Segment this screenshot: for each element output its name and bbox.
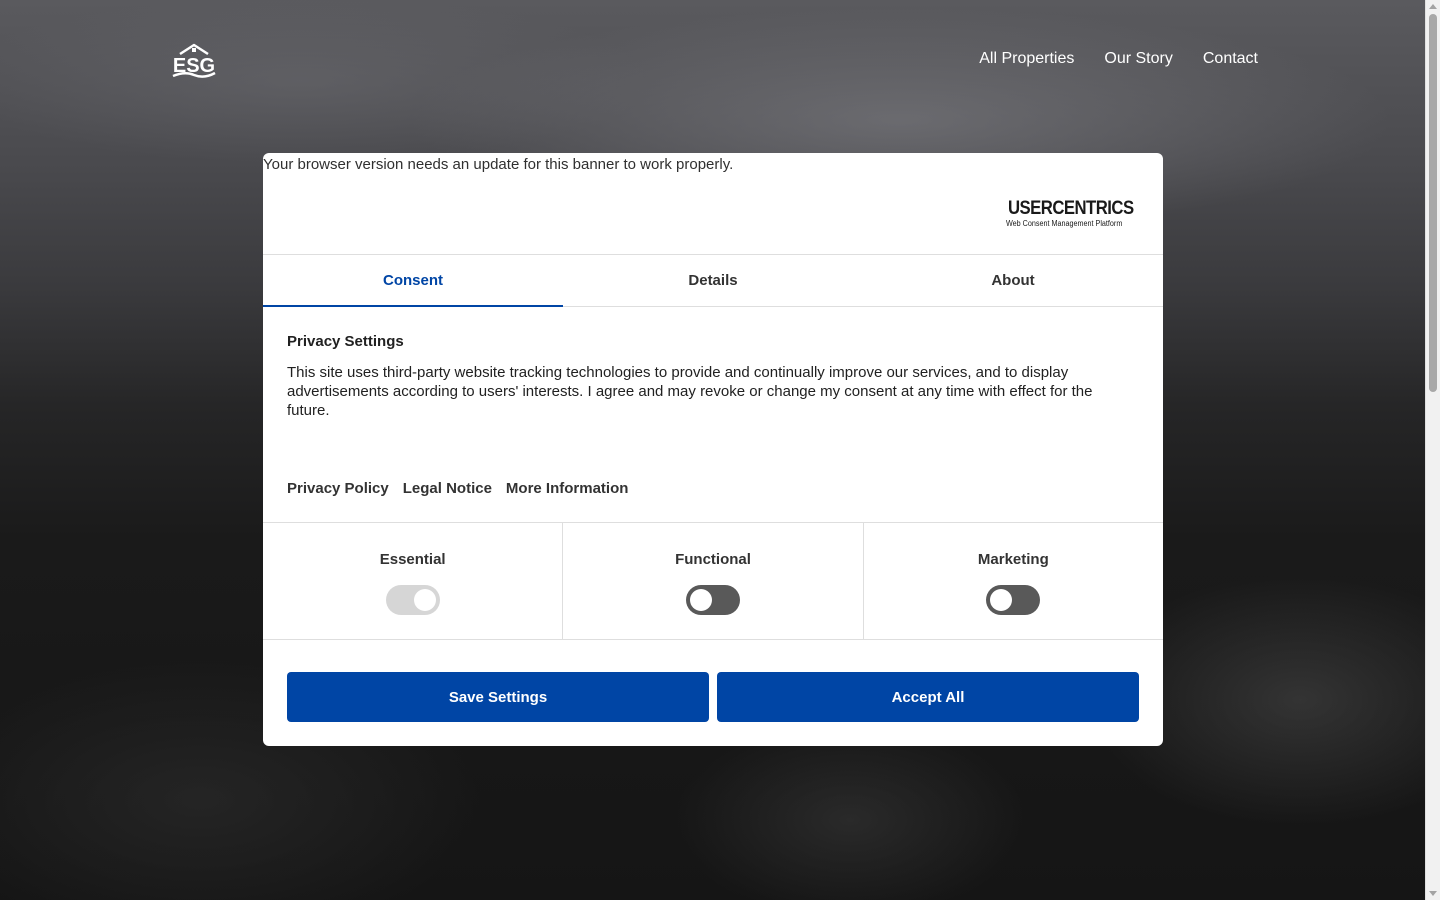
- scrollbar-thumb[interactable]: [1429, 14, 1437, 392]
- privacy-description: This site uses third-party website track…: [287, 364, 1093, 419]
- privacy-title: Privacy Settings: [287, 333, 404, 350]
- consent-tabs: Consent Details About: [263, 254, 1163, 307]
- site-logo[interactable]: ESG: [171, 42, 217, 80]
- privacy-section: Privacy Settings This site uses third-pa…: [287, 333, 1117, 420]
- category-label: Marketing: [977, 551, 1049, 568]
- tab-details[interactable]: Details: [563, 255, 863, 306]
- essential-toggle[interactable]: [385, 585, 440, 615]
- scroll-down-arrow-icon[interactable]: [1429, 891, 1437, 896]
- legal-links: Privacy Policy Legal Notice More Informa…: [287, 480, 628, 497]
- usercentrics-wordmark: USERCENTRICS: [1008, 198, 1134, 219]
- accept-all-button[interactable]: Accept All: [717, 672, 1139, 722]
- tab-consent[interactable]: Consent: [263, 255, 563, 307]
- category-marketing: Marketing: [862, 523, 1163, 639]
- nav-our-story[interactable]: Our Story: [1104, 49, 1172, 69]
- consent-dialog: Your browser version needs an update for…: [263, 153, 1163, 746]
- usercentrics-logo: USERCENTRICS Web Consent Management Plat…: [1005, 199, 1135, 231]
- toggle-knob: [413, 589, 436, 611]
- tab-about[interactable]: About: [863, 255, 1163, 306]
- marketing-toggle[interactable]: [986, 585, 1041, 615]
- toggle-knob: [990, 589, 1013, 611]
- functional-toggle[interactable]: [685, 585, 740, 615]
- scroll-up-arrow-icon[interactable]: [1429, 4, 1437, 9]
- nav-contact[interactable]: Contact: [1203, 49, 1258, 69]
- browser-update-note: Your browser version needs an update for…: [263, 156, 734, 173]
- category-essential: Essential: [263, 523, 562, 639]
- page-scrollbar[interactable]: [1425, 0, 1440, 900]
- usercentrics-tagline: Web Consent Management Platform: [1006, 219, 1123, 228]
- house-logo-icon: ESG: [172, 43, 216, 78]
- category-label: Essential: [379, 551, 446, 568]
- save-settings-button[interactable]: Save Settings: [287, 672, 709, 722]
- main-nav: All Properties Our Story Contact: [979, 49, 1258, 69]
- category-functional: Functional: [562, 523, 862, 639]
- more-information-link[interactable]: More Information: [506, 480, 629, 497]
- consent-categories: Essential Functional Marketing: [263, 522, 1163, 640]
- toggle-knob: [689, 589, 712, 611]
- legal-notice-link[interactable]: Legal Notice: [403, 480, 492, 497]
- privacy-policy-link[interactable]: Privacy Policy: [287, 480, 389, 497]
- category-label: Functional: [675, 551, 751, 568]
- nav-all-properties[interactable]: All Properties: [979, 49, 1074, 69]
- consent-actions: Save Settings Accept All: [287, 672, 1139, 722]
